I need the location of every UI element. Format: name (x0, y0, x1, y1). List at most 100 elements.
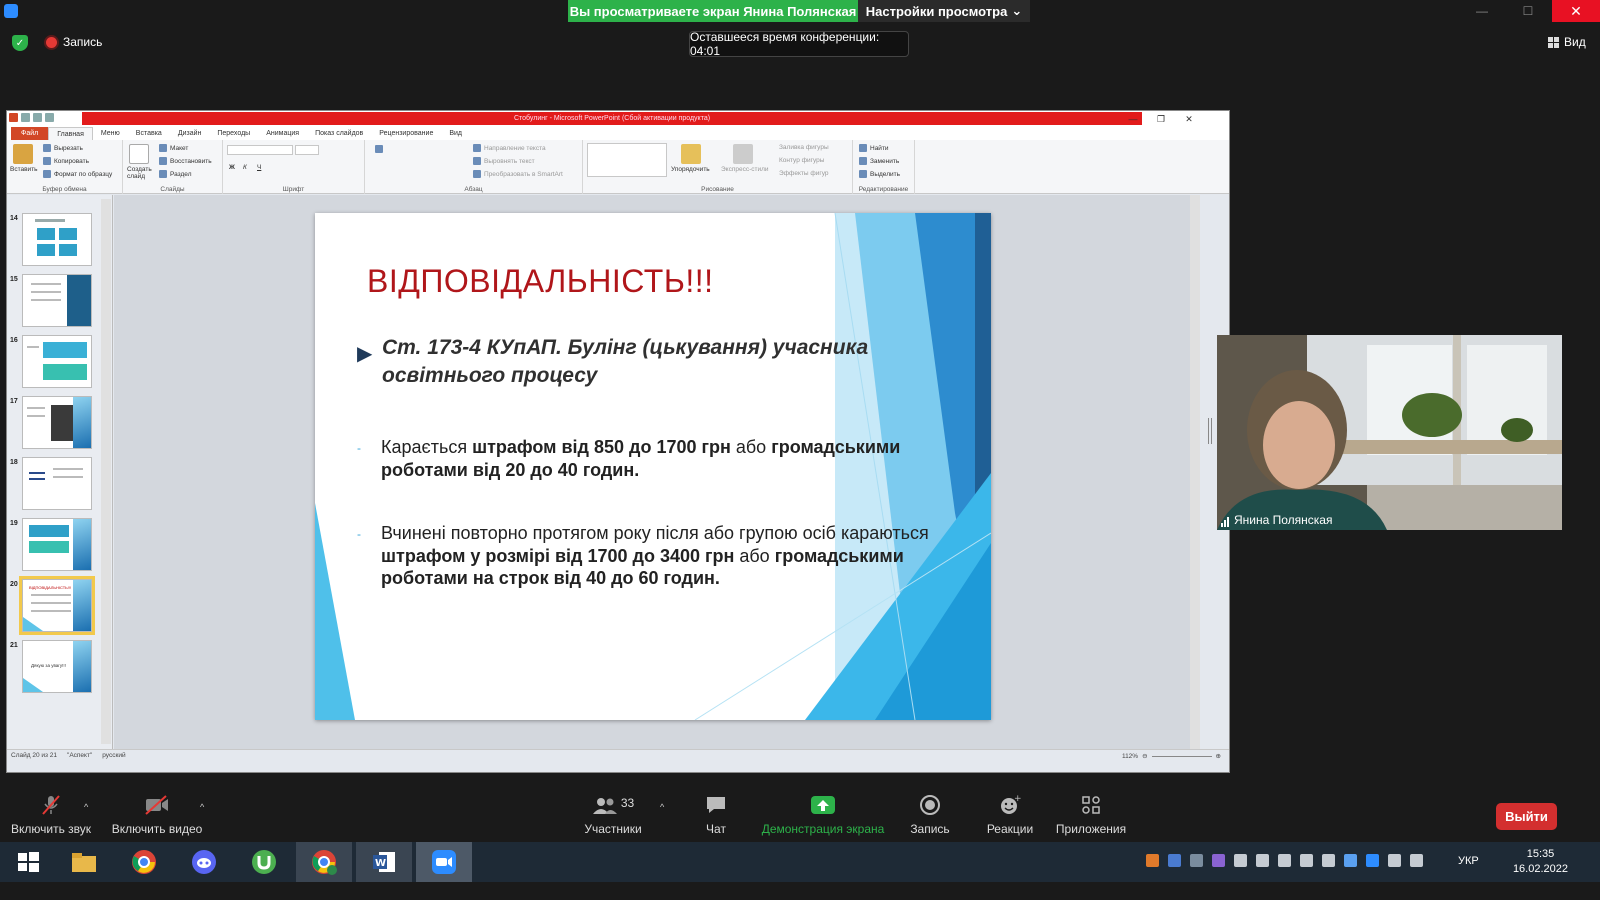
minimize-icon[interactable]: — (1460, 0, 1504, 22)
slide-thumbnail-19[interactable] (22, 518, 92, 571)
slide-canvas[interactable]: ВІДПОВІДАЛЬНІСТЬ!!! ▶ Ст. 173-4 КУпАП. Б… (315, 213, 991, 720)
save-icon[interactable] (21, 113, 30, 122)
zoom-taskbar-icon[interactable] (416, 842, 472, 882)
tab-insert[interactable]: Вставка (128, 127, 170, 140)
zoom-control[interactable]: 112% ⊖ ⊕ (1122, 752, 1221, 761)
tab-animation[interactable]: Анимация (258, 127, 307, 140)
system-tray[interactable] (1146, 854, 1423, 867)
copy-button[interactable]: Копировать (43, 157, 89, 165)
word-taskbar-icon[interactable]: W (356, 842, 412, 882)
cut-button[interactable]: Вырезать (43, 144, 83, 152)
chat-button[interactable]: Чат (698, 780, 734, 842)
leave-meeting-button[interactable]: Выйти (1496, 803, 1557, 830)
viber-icon[interactable] (1212, 854, 1225, 867)
audio-options-caret-icon[interactable]: ^ (84, 802, 88, 812)
align-text-button[interactable]: Выровнять текст (473, 157, 535, 165)
paste-button[interactable]: Вставить (10, 166, 38, 173)
security-shield-icon[interactable]: ✓ (12, 35, 28, 51)
new-slide-icon[interactable] (129, 144, 149, 164)
slide-thumbnail-18[interactable] (22, 457, 92, 510)
tab-view[interactable]: Вид (441, 127, 470, 140)
shapes-gallery[interactable] (587, 143, 667, 177)
underline-button[interactable]: Ч (257, 164, 261, 171)
start-video-button[interactable]: Включить видео (110, 780, 204, 842)
zoom-slider[interactable] (1151, 755, 1212, 757)
ppt-minimize-icon[interactable]: — (1123, 113, 1143, 125)
quick-styles-icon[interactable] (733, 144, 753, 164)
unmute-button[interactable]: Включить звук (8, 780, 94, 842)
ppt-restore-icon[interactable]: ❐ (1151, 113, 1171, 125)
reset-button[interactable]: Восстановить (159, 157, 212, 165)
shape-outline-button[interactable]: Контур фигуры (779, 157, 824, 164)
font-size-dropdown[interactable] (295, 145, 319, 155)
paste-icon[interactable] (13, 144, 33, 164)
chrome-taskbar-icon[interactable] (116, 842, 172, 882)
maximize-icon[interactable]: ☐ (1506, 0, 1550, 22)
notifications-icon[interactable] (1580, 848, 1594, 876)
tray-app-icon[interactable] (1146, 854, 1159, 867)
italic-button[interactable]: К (243, 164, 247, 171)
panel-splitter[interactable] (1208, 418, 1212, 444)
tab-home[interactable]: Главная (48, 127, 93, 140)
redo-icon[interactable] (45, 113, 54, 122)
replace-button[interactable]: Заменить (859, 157, 899, 165)
view-options-button[interactable]: Настройки просмотра ⌄ (858, 0, 1030, 22)
tab-review[interactable]: Рецензирование (371, 127, 441, 140)
tray-app-icon[interactable] (1410, 854, 1423, 867)
taskbar-clock[interactable]: 15:35 16.02.2022 (1513, 847, 1568, 877)
chrome-profile-taskbar-icon[interactable] (296, 842, 352, 882)
steam-icon[interactable] (1168, 854, 1181, 867)
tray-app-icon[interactable] (1256, 854, 1269, 867)
tray-app-icon[interactable] (1234, 854, 1247, 867)
slide-thumbnail-20[interactable]: ВІДПОВІДАЛЬНІСТЬ!!! (19, 576, 95, 635)
shape-fill-button[interactable]: Заливка фигуры (779, 144, 829, 151)
smartart-button[interactable]: Преобразовать в SmartArt (473, 170, 563, 178)
recording-indicator[interactable]: Запись (46, 35, 102, 49)
video-options-caret-icon[interactable]: ^ (200, 802, 204, 812)
format-painter-button[interactable]: Формат по образцу (43, 170, 112, 178)
bullets-button[interactable] (375, 145, 383, 153)
slide-thumbnail-15[interactable] (22, 274, 92, 327)
edit-scrollbar[interactable] (1190, 195, 1200, 749)
quick-access-toolbar[interactable] (9, 113, 54, 122)
view-button[interactable]: Вид (1548, 35, 1586, 49)
start-button[interactable] (0, 842, 56, 882)
font-name-dropdown[interactable] (227, 145, 293, 155)
reactions-button[interactable]: + Реакции (982, 780, 1038, 842)
tray-app-icon[interactable] (1190, 854, 1203, 867)
section-button[interactable]: Раздел (159, 170, 191, 178)
file-explorer-taskbar-icon[interactable] (56, 842, 112, 882)
undo-icon[interactable] (33, 113, 42, 122)
tab-transitions[interactable]: Переходы (209, 127, 258, 140)
ppt-close-icon[interactable]: ✕ (1179, 113, 1199, 125)
participant-video[interactable]: Янина Полянская (1217, 335, 1562, 530)
zoom-tray-icon[interactable] (1366, 854, 1379, 867)
slide-thumbnail-21[interactable]: Дякую за увагу!!! (22, 640, 92, 693)
input-language[interactable]: УКР (1458, 855, 1479, 867)
network-icon[interactable] (1278, 854, 1291, 867)
record-button[interactable]: Запись (906, 780, 954, 842)
tab-menu[interactable]: Меню (93, 127, 128, 140)
slide-thumbnails-pane[interactable]: 14 15 16 17 18 19 20 ВІДПОВІДАЛЬНІСТЬ!!!… (7, 195, 113, 749)
no-connection-icon[interactable] (1300, 854, 1313, 867)
keyboard-icon[interactable] (1388, 854, 1401, 867)
arrange-button[interactable]: Упорядочить (671, 166, 710, 173)
zoom-in-icon[interactable]: ⊕ (1216, 752, 1221, 760)
tab-slideshow[interactable]: Показ слайдов (307, 127, 371, 140)
thumbnails-scrollbar[interactable] (101, 199, 111, 744)
arrange-icon[interactable] (681, 144, 701, 164)
slide-thumbnail-16[interactable] (22, 335, 92, 388)
apps-button[interactable]: Приложения (1052, 780, 1130, 842)
bluetooth-icon[interactable] (1344, 854, 1357, 867)
participants-caret-icon[interactable]: ^ (660, 802, 664, 812)
select-button[interactable]: Выделить (859, 170, 900, 178)
discord-taskbar-icon[interactable] (176, 842, 232, 882)
utorrent-taskbar-icon[interactable] (236, 842, 292, 882)
tab-file[interactable]: Файл (11, 127, 49, 140)
close-window-button[interactable]: ✕ (1552, 0, 1600, 22)
zoom-out-icon[interactable]: ⊖ (1142, 752, 1147, 760)
share-screen-button[interactable]: Демонстрация экрана (756, 780, 890, 842)
tab-design[interactable]: Дизайн (170, 127, 210, 140)
find-button[interactable]: Найти (859, 144, 889, 152)
status-lang[interactable]: русский (102, 752, 125, 759)
